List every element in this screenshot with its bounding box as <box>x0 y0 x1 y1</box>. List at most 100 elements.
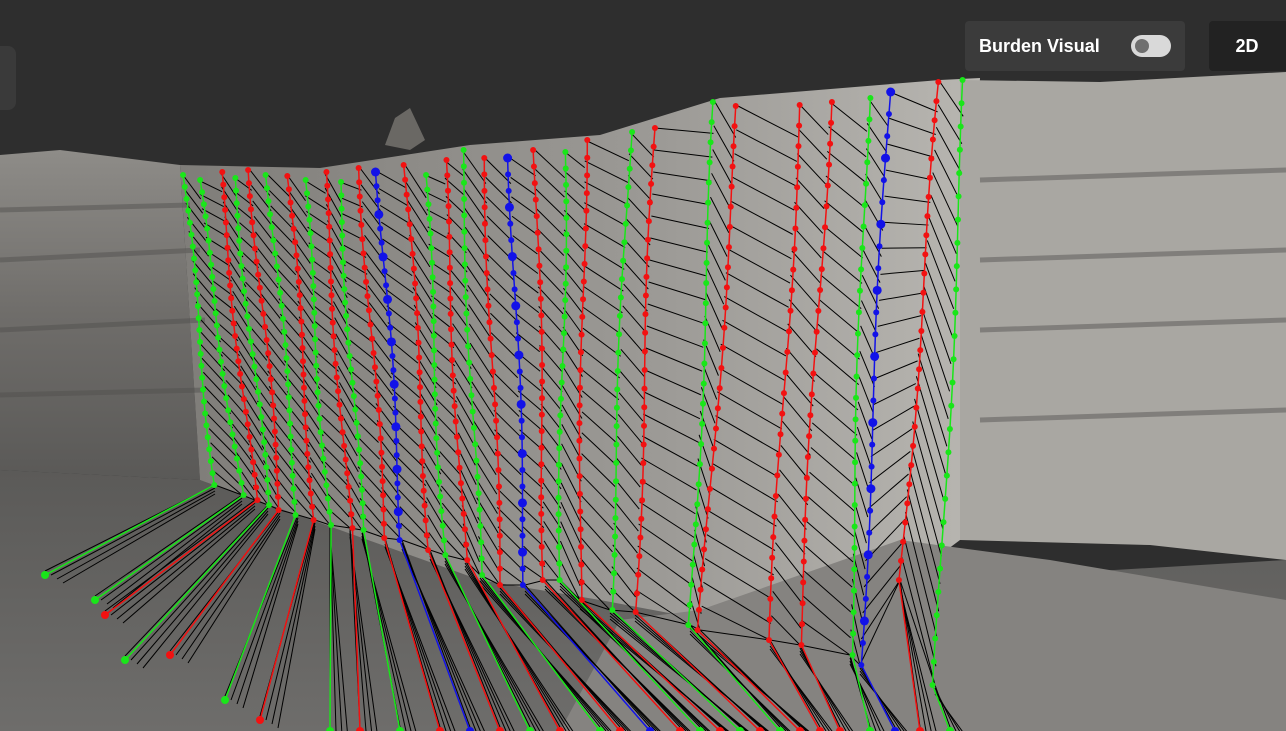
trace-point[interactable] <box>513 319 520 326</box>
trace-point[interactable] <box>794 163 801 170</box>
trace-point[interactable] <box>869 441 876 448</box>
trace-point[interactable] <box>349 379 356 386</box>
trace-point[interactable] <box>196 327 203 333</box>
trace-point[interactable] <box>703 280 710 287</box>
trace-point[interactable] <box>421 502 428 509</box>
trace-point[interactable] <box>884 133 891 140</box>
trace-point[interactable] <box>433 435 440 442</box>
trace-point[interactable] <box>262 172 269 178</box>
trace-point[interactable] <box>853 373 860 380</box>
trace-point[interactable] <box>259 426 266 433</box>
trace-point[interactable] <box>507 252 517 262</box>
trace-point[interactable] <box>640 441 647 448</box>
trace-point[interactable] <box>358 486 365 493</box>
trace-point[interactable] <box>516 399 526 409</box>
trace-point[interactable] <box>431 362 438 368</box>
trace-point[interactable] <box>557 395 564 402</box>
trace-point[interactable] <box>233 345 240 352</box>
trace-point[interactable] <box>394 480 401 487</box>
trace-point[interactable] <box>374 209 384 219</box>
trace-point[interactable] <box>578 331 585 338</box>
trace-point[interactable] <box>495 483 502 490</box>
trace-point[interactable] <box>211 482 218 488</box>
trace-point[interactable] <box>732 103 739 109</box>
trace-point[interactable] <box>823 203 830 210</box>
trace-point[interactable] <box>235 358 242 365</box>
trace-point[interactable] <box>229 307 236 314</box>
trace-point[interactable] <box>518 547 528 557</box>
trace-point[interactable] <box>946 426 953 433</box>
trace-point[interactable] <box>338 192 345 199</box>
trace-point[interactable] <box>291 498 298 505</box>
trace-point[interactable] <box>426 215 433 222</box>
trace-point[interactable] <box>885 111 892 118</box>
trace-point[interactable] <box>563 181 570 188</box>
trace-point[interactable] <box>302 411 309 418</box>
trace-point[interactable] <box>560 330 567 337</box>
trace-point[interactable] <box>518 434 525 441</box>
trace-point[interactable] <box>700 380 707 387</box>
trace-point[interactable] <box>256 284 263 291</box>
trace-point[interactable] <box>576 402 583 409</box>
trace-point[interactable] <box>417 413 424 420</box>
trace-point[interactable] <box>796 102 803 108</box>
trace-point[interactable] <box>247 338 254 345</box>
trace-point[interactable] <box>928 155 935 162</box>
trace-point[interactable] <box>925 193 932 200</box>
trace-point[interactable] <box>922 251 929 258</box>
trace-point[interactable] <box>197 338 204 345</box>
trace-point[interactable] <box>784 348 791 355</box>
trace-point[interactable] <box>538 312 545 319</box>
trace-point[interactable] <box>692 521 699 528</box>
trace-point[interactable] <box>866 116 873 123</box>
trace-point[interactable] <box>379 478 386 485</box>
trace-point[interactable] <box>863 180 870 187</box>
trace-point[interactable] <box>530 147 537 153</box>
trace-point[interactable] <box>360 513 367 520</box>
trace-point[interactable] <box>643 273 650 280</box>
trace-point[interactable] <box>938 542 945 549</box>
trace-point[interactable] <box>933 98 940 105</box>
trace-point[interactable] <box>852 437 859 444</box>
trace-point[interactable] <box>492 401 499 408</box>
trace-point[interactable] <box>806 433 813 440</box>
trace-point[interactable] <box>539 577 546 583</box>
trace-point[interactable] <box>314 389 321 396</box>
trace-point[interactable] <box>613 441 620 448</box>
trace-point[interactable] <box>956 170 963 177</box>
trace-point[interactable] <box>462 277 469 284</box>
trace-point[interactable] <box>288 446 295 453</box>
trace-point[interactable] <box>935 79 942 85</box>
trace-point[interactable] <box>519 516 526 523</box>
trace-point[interactable] <box>642 311 649 318</box>
trace-point[interactable] <box>333 374 340 381</box>
trace-point[interactable] <box>212 310 219 317</box>
trace-point[interactable] <box>864 159 871 166</box>
trace-point[interactable] <box>360 250 367 257</box>
trace-point[interactable] <box>695 606 702 613</box>
trace-point[interactable] <box>632 609 639 615</box>
trace-point[interactable] <box>367 321 374 328</box>
trace-point[interactable] <box>765 637 772 643</box>
trace-point[interactable] <box>780 390 787 397</box>
trace-point[interactable] <box>356 446 363 453</box>
trace-point[interactable] <box>285 394 292 401</box>
trace-point[interactable] <box>446 249 453 256</box>
trace-point[interactable] <box>616 312 623 319</box>
trace-point[interactable] <box>230 320 237 327</box>
trace-point[interactable] <box>224 244 231 251</box>
trace-point[interactable] <box>793 204 800 211</box>
trace-point[interactable] <box>338 179 345 185</box>
trace-point[interactable] <box>236 467 243 474</box>
trace-point[interactable] <box>325 196 332 203</box>
trace-point[interactable] <box>881 153 891 163</box>
trace-point[interactable] <box>517 384 524 391</box>
trace-point[interactable] <box>465 343 472 350</box>
trace-point[interactable] <box>932 635 939 642</box>
trace-point[interactable] <box>380 506 387 513</box>
trace-point[interactable] <box>205 237 212 244</box>
trace-point[interactable] <box>186 219 193 226</box>
trace-point[interactable] <box>310 296 317 303</box>
trace-point[interactable] <box>237 250 244 257</box>
trace-point[interactable] <box>193 279 200 286</box>
